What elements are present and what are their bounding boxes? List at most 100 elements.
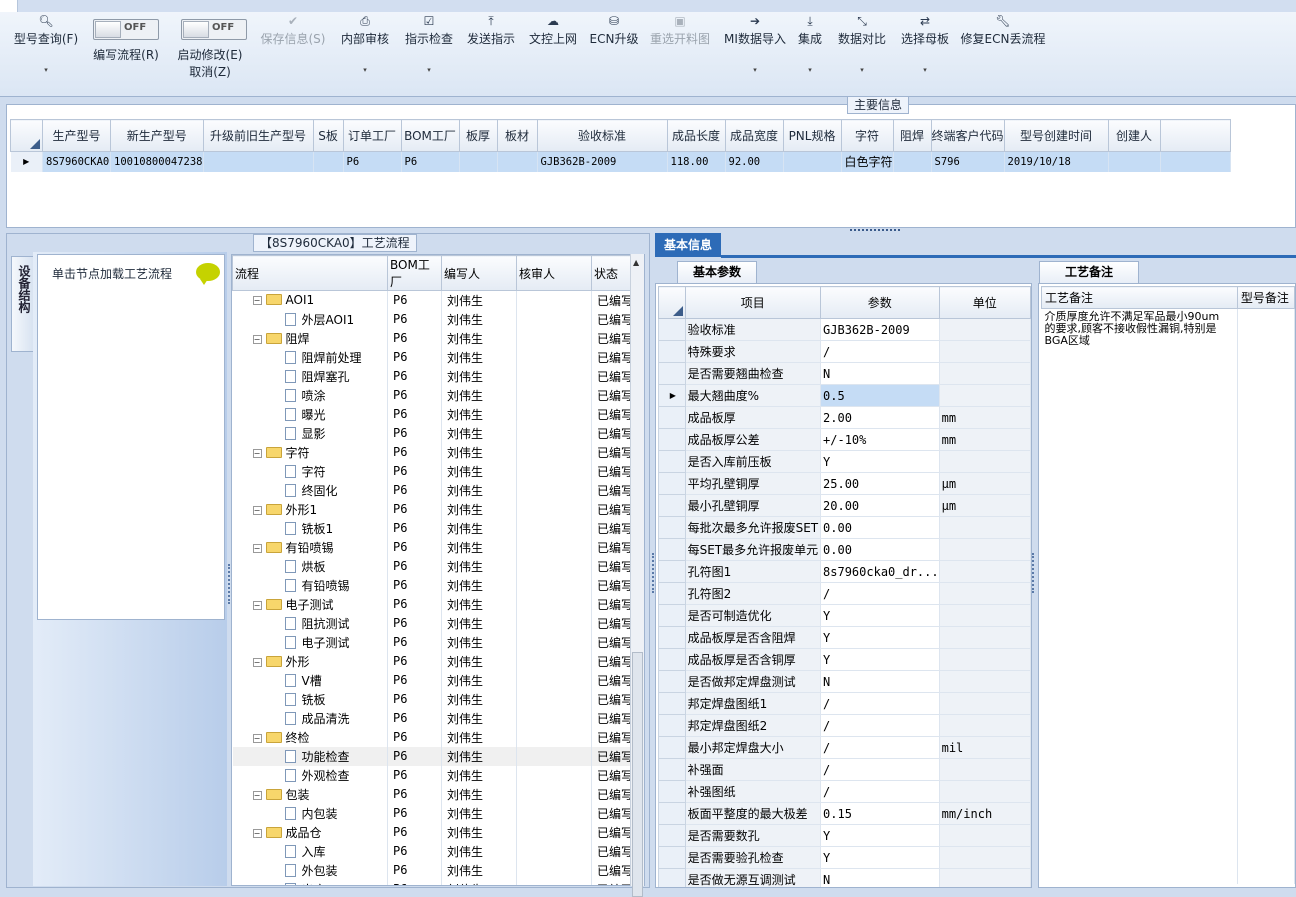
main-cell[interactable] (783, 151, 842, 172)
param-row[interactable]: 成品板厚是否含阻焊 Y (658, 626, 1031, 649)
param-row[interactable]: 是否入库前压板 Y (658, 450, 1031, 473)
main-cell[interactable]: 118.00 (667, 151, 726, 172)
tree-row[interactable]: 成品清洗 P6 刘伟生 已编写 (232, 708, 642, 728)
tree-node[interactable]: 阻焊前处理 (232, 347, 388, 367)
param-value[interactable]: 0.15 (820, 802, 940, 825)
process-note-cell[interactable]: 介质厚度允许不满足军品最小90um的要求,顾客不接收假性漏铜,特别是BGA区域 (1041, 308, 1238, 884)
tree-node[interactable]: − 电子测试 (232, 594, 388, 614)
main-cell[interactable]: 白色字符 (841, 151, 894, 172)
main-cell[interactable]: 8S7960CKA0 (42, 151, 111, 172)
collapse-icon[interactable]: − (252, 828, 262, 838)
param-row[interactable]: 成品板厚是否含铜厚 Y (658, 648, 1031, 671)
col-unit[interactable]: 单位 (938, 286, 1031, 319)
model-note-cell[interactable] (1237, 308, 1296, 884)
main-col-header[interactable]: PNL规格 (782, 119, 842, 152)
param-row[interactable]: 成品板厚 2.00 mm (658, 406, 1031, 429)
col-item[interactable]: 项目 (684, 286, 822, 319)
tree-node[interactable]: − 终检 (232, 727, 388, 747)
tree-row[interactable]: − 字符 P6 刘伟生 已编写 (232, 442, 642, 462)
tree-node[interactable]: 电子测试 (232, 632, 388, 652)
chevron-down-icon[interactable]: ▾ (834, 66, 890, 74)
param-value[interactable]: N (820, 868, 940, 887)
param-value[interactable]: 20.00 (820, 494, 940, 517)
tree-row[interactable]: − 电子测试 P6 刘伟生 已编写 (232, 594, 642, 614)
tree-node[interactable]: V槽 (232, 670, 388, 690)
tab-basic-params[interactable]: 基本参数 (677, 261, 757, 283)
tree-node[interactable]: − 有铅喷锡 (232, 537, 388, 557)
param-row[interactable]: 孔符图2/ (658, 582, 1031, 605)
param-value[interactable]: 0.00 (820, 516, 940, 539)
param-value[interactable]: / (820, 340, 940, 363)
col-bom[interactable]: BOM工厂 (387, 255, 442, 291)
param-value[interactable]: / (820, 736, 940, 759)
tree-row[interactable]: V槽 P6 刘伟生 已编写 (232, 670, 642, 690)
param-row[interactable]: 最小邦定焊盘大小 / mil (658, 736, 1031, 759)
main-cell[interactable] (203, 151, 314, 172)
tree-row[interactable]: 外包装 P6 刘伟生 已编写 (232, 860, 642, 880)
modify-toggle[interactable]: OFF (181, 19, 247, 40)
main-cell[interactable]: S796 (931, 151, 1005, 172)
main-cell[interactable]: P6 (401, 151, 460, 172)
tree-row[interactable]: 出库P6刘伟生已编写 (232, 879, 642, 885)
main-col-header[interactable]: S板 (312, 119, 344, 152)
tree-row[interactable]: 外观检查 P6 刘伟生 已编写 (232, 765, 642, 785)
toolbar-button-8[interactable]: ➔ MI数据导入 ▾ (720, 12, 790, 94)
param-row[interactable]: ▶ 最大翘曲度% 0.5 (658, 384, 1031, 407)
tree-row[interactable]: − 成品仓 P6 刘伟生 已编写 (232, 822, 642, 842)
param-value[interactable]: / (820, 582, 940, 605)
tree-node[interactable]: 有铅喷锡 (232, 575, 388, 595)
tree-node[interactable]: − 阻焊 (232, 328, 388, 348)
main-cell[interactable]: GJB362B-2009 (537, 151, 668, 172)
col-model-note[interactable]: 型号备注 (1236, 286, 1296, 309)
tree-row[interactable]: − AOI1 P6 刘伟生 已编写 (232, 290, 642, 310)
tree-node[interactable]: 外观检查 (232, 765, 388, 785)
tree-node[interactable]: 阻焊塞孔 (232, 366, 388, 386)
main-cell[interactable]: 10010800047238 (110, 151, 204, 172)
scroll-thumb[interactable] (632, 652, 643, 897)
tree-row[interactable]: 阻焊塞孔 P6 刘伟生 已编写 (232, 366, 642, 386)
cancel-label[interactable]: 取消(Z) (170, 63, 250, 80)
chevron-down-icon[interactable]: ▾ (896, 66, 954, 74)
param-row[interactable]: 是否做邦定焊盘测试 N (658, 670, 1031, 693)
tree-scrollbar[interactable]: ▲ (630, 254, 644, 897)
tree-node[interactable]: − 包装 (232, 784, 388, 804)
tree-row[interactable]: 阻抗测试 P6 刘伟生 已编写 (232, 613, 642, 633)
toolbar-button-3[interactable]: ☑ 指示检查 ▾ (400, 12, 458, 94)
main-cell[interactable]: 92.00 (725, 151, 784, 172)
tree-node[interactable]: 终固化 (232, 480, 388, 500)
main-col-header[interactable]: 字符 (840, 119, 894, 152)
main-col-header[interactable]: BOM工厂 (400, 119, 460, 152)
tree-row[interactable]: 铣板1 P6 刘伟生 已编写 (232, 518, 642, 538)
param-row[interactable]: 特殊要求 / (658, 340, 1031, 363)
chevron-down-icon[interactable]: ▾ (792, 66, 828, 74)
tree-row[interactable]: 曝光 P6 刘伟生 已编写 (232, 404, 642, 424)
param-row[interactable]: 孔符图1 8s7960cka0_dr... (658, 560, 1031, 583)
scroll-up-icon[interactable]: ▲ (633, 258, 639, 267)
table-row[interactable]: ▶ 8S7960CKA0 10010800047238 P6 P6 GJB362B-200… (10, 151, 1231, 172)
main-col-header[interactable]: 终端客户代码 (930, 119, 1005, 152)
main-col-header[interactable]: 板材 (496, 119, 538, 152)
collapse-icon[interactable]: − (252, 733, 262, 743)
tree-row[interactable]: 有铅喷锡 P6 刘伟生 已编写 (232, 575, 642, 595)
param-row[interactable]: 每批次最多允许报废SET 0.00 (658, 516, 1031, 539)
tree-node[interactable]: 铣板1 (232, 518, 388, 538)
main-cell[interactable] (1108, 151, 1161, 172)
side-tab-equipment[interactable]: 设备结构 (11, 256, 33, 352)
toolbar-button-10[interactable]: ⤡ 数据对比 ▾ (834, 12, 890, 94)
col-writer[interactable]: 编写人 (441, 255, 517, 291)
main-cell[interactable] (313, 151, 344, 172)
collapse-icon[interactable]: − (252, 790, 262, 800)
tree-node[interactable]: 外层AOI1 (232, 309, 388, 329)
param-value[interactable]: / (820, 758, 940, 781)
main-col-header[interactable]: 成品宽度 (724, 119, 784, 152)
param-row[interactable]: 补强面 / (658, 758, 1031, 781)
tree-node[interactable]: 入库 (232, 841, 388, 861)
tree-node[interactable]: − 成品仓 (232, 822, 388, 842)
collapse-icon[interactable]: − (252, 505, 262, 515)
main-cell[interactable] (459, 151, 498, 172)
param-value[interactable]: / (820, 714, 940, 737)
main-cell[interactable]: P6 (343, 151, 402, 172)
tree-row[interactable]: 喷涂 P6 刘伟生 已编写 (232, 385, 642, 405)
collapse-icon[interactable]: − (252, 657, 262, 667)
tree-node[interactable]: 烘板 (232, 556, 388, 576)
